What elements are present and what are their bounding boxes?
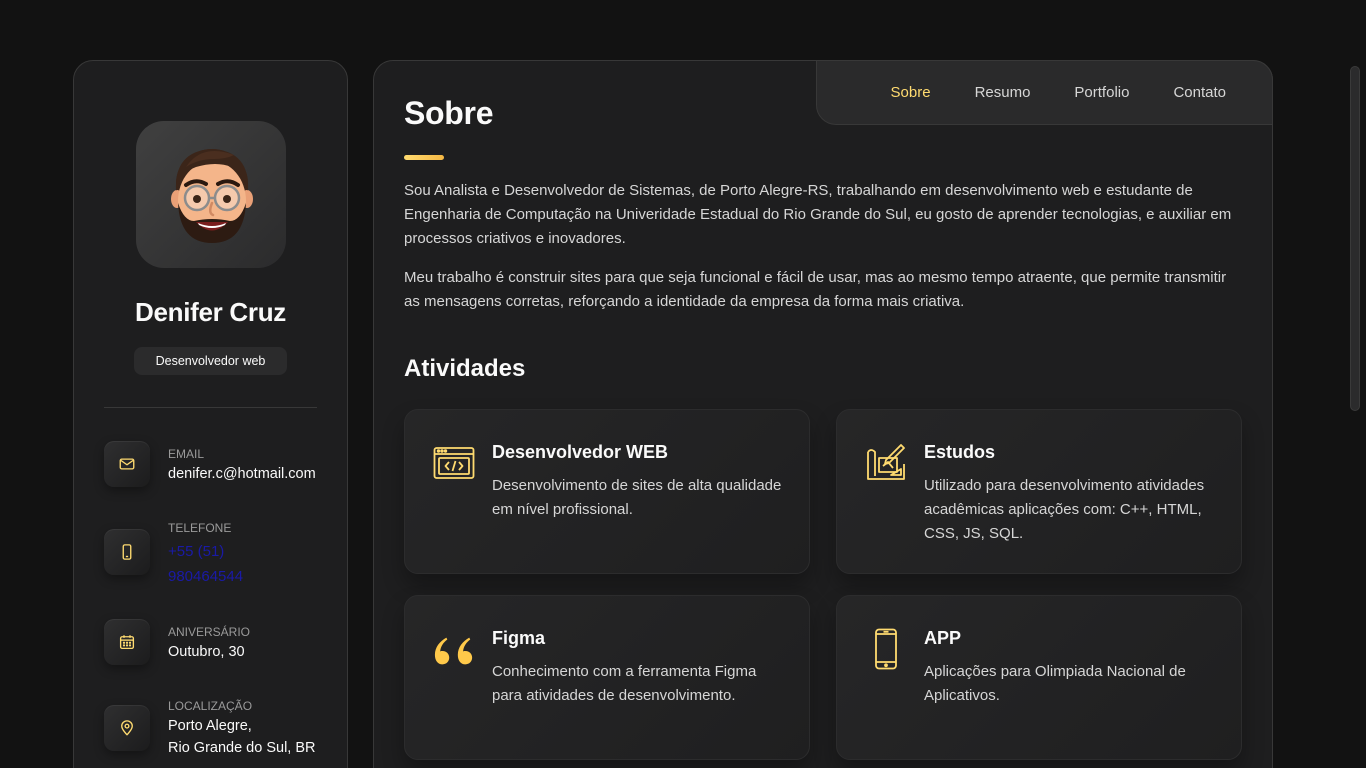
sidebar-separator bbox=[104, 407, 317, 408]
activity-card-estudos: Estudos Utilizado para desenvolvimento a… bbox=[836, 409, 1242, 574]
nav-link-sobre[interactable]: Sobre bbox=[891, 84, 931, 101]
activity-card-estudos-text: Utilizado para desenvolvimento atividade… bbox=[924, 477, 1205, 542]
nav-link-portfolio[interactable]: Portfolio bbox=[1074, 84, 1129, 101]
main-content: Sobre Resumo Portfolio Contato Sobre Sou… bbox=[373, 60, 1273, 768]
about-paragraph-1: Sou Analista e Desenvolvedor de Sistemas… bbox=[404, 182, 1232, 247]
page-title: Sobre bbox=[404, 95, 494, 131]
activity-card-web-title: Desenvolvedor WEB bbox=[492, 442, 669, 462]
calendar-icon bbox=[104, 619, 150, 665]
smartphone-icon bbox=[104, 529, 150, 575]
contact-email-label: EMAIL bbox=[168, 447, 205, 461]
about-paragraph-2: Meu trabalho é construir sites para que … bbox=[404, 269, 1227, 310]
quote-icon bbox=[433, 630, 475, 672]
activities-title: Atividades bbox=[404, 355, 526, 382]
contact-location-label: LOCALIZAÇÃO bbox=[168, 699, 253, 713]
title-underline bbox=[404, 155, 444, 160]
activity-card-app-text: Aplicações para Olimpiada Nacional de Ap… bbox=[924, 663, 1186, 704]
mail-icon bbox=[104, 441, 150, 487]
contact-location-line2: Rio Grande do Sul, BR bbox=[168, 740, 316, 756]
contact-birthday-label: ANIVERSÁRIO bbox=[168, 625, 251, 639]
contact-birthday-value: Outubro, 30 bbox=[168, 644, 245, 660]
activity-card-web-text: Desenvolvimento de sites de alta qualida… bbox=[492, 477, 782, 518]
contact-phone-link[interactable]: +55 (51) 980464544 bbox=[168, 539, 278, 589]
avatar-illustration bbox=[171, 149, 253, 243]
contact-location-line1: Porto Alegre, bbox=[168, 718, 252, 734]
smartphone-icon bbox=[865, 628, 907, 670]
location-pin-icon bbox=[104, 705, 150, 751]
nav-link-contato[interactable]: Contato bbox=[1173, 84, 1226, 101]
activity-card-figma-text: Conhecimento com a ferramenta Figma para… bbox=[492, 663, 757, 704]
contact-phone-label: TELEFONE bbox=[168, 521, 232, 535]
nav-link-resumo[interactable]: Resumo bbox=[975, 84, 1031, 101]
code-window-icon bbox=[433, 442, 475, 484]
page-scrollbar-thumb[interactable] bbox=[1350, 66, 1360, 411]
navbar: Sobre Resumo Portfolio Contato bbox=[816, 60, 1273, 125]
profile-title-badge: Desenvolvedor web bbox=[134, 347, 287, 375]
activity-card-figma: Figma Conhecimento com a ferramenta Figm… bbox=[404, 595, 810, 760]
profile-name: Denifer Cruz bbox=[135, 297, 286, 327]
activity-card-app-title: APP bbox=[924, 628, 962, 648]
activity-card-estudos-title: Estudos bbox=[924, 442, 996, 462]
sidebar: Denifer Cruz Desenvolvedor web EMAIL den… bbox=[73, 60, 348, 768]
avatar bbox=[136, 121, 286, 268]
activity-card-web: Desenvolvedor WEB Desenvolvimento de sit… bbox=[404, 409, 810, 574]
design-tools-icon bbox=[865, 442, 907, 484]
activity-card-app: APP Aplicações para Olimpiada Nacional d… bbox=[836, 595, 1242, 760]
activity-card-figma-title: Figma bbox=[492, 628, 546, 648]
contact-email-link[interactable]: denifer.c@hotmail.com bbox=[168, 463, 318, 485]
